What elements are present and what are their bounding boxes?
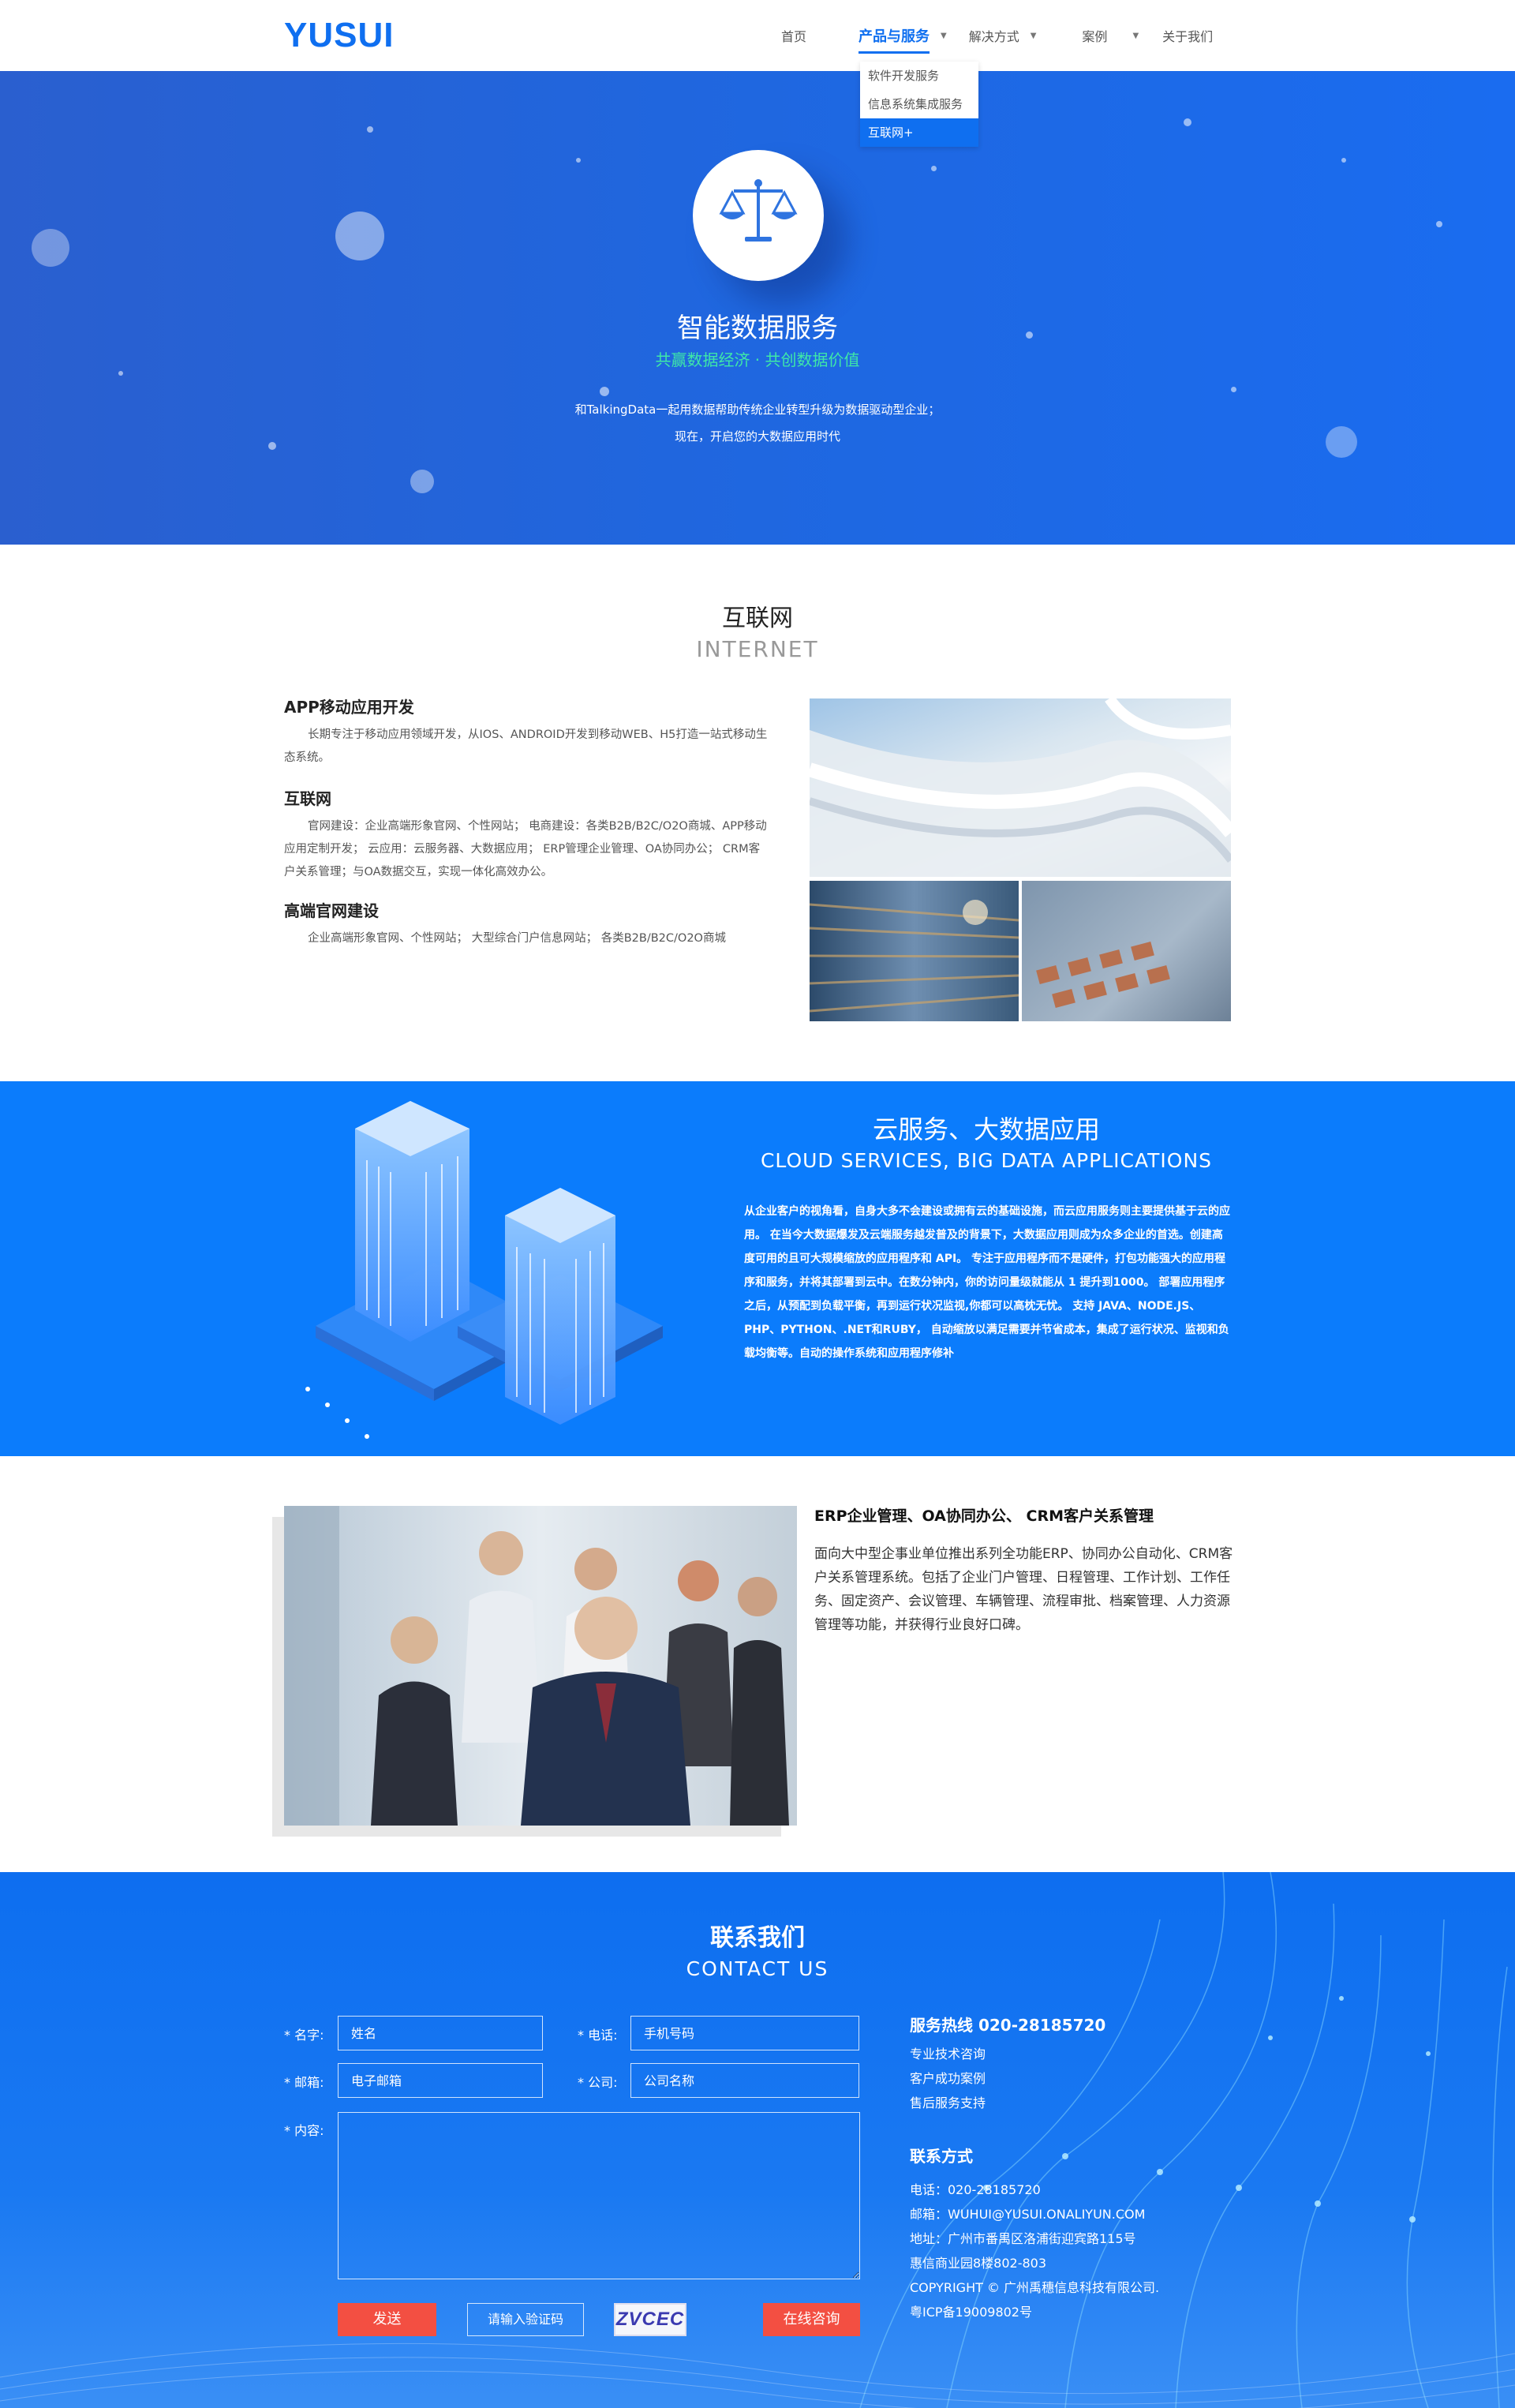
nav-solutions-label: 解决方式 bbox=[968, 29, 1019, 44]
phone-input[interactable] bbox=[630, 2016, 859, 2050]
products-dropdown: 软件开发服务 信息系统集成服务 互联网+ bbox=[860, 62, 978, 147]
contact-address-2: 惠信商业园8楼802-803 bbox=[910, 2256, 1047, 2271]
star-dot bbox=[931, 166, 937, 171]
service-heading: 互联网 bbox=[284, 789, 331, 808]
name-label: * 名字: bbox=[284, 2028, 324, 2043]
content-label: * 内容: bbox=[284, 2123, 324, 2138]
copyright: COPYRIGHT © 广州禹穗信息科技有限公司. bbox=[910, 2280, 1160, 2295]
star-dot bbox=[1341, 158, 1346, 163]
dropdown-item-integration[interactable]: 信息系统集成服务 bbox=[860, 90, 978, 118]
nav-home-label: 首页 bbox=[781, 29, 807, 44]
service-link[interactable]: 售后服务支持 bbox=[910, 2091, 1159, 2115]
content-textarea[interactable] bbox=[338, 2112, 860, 2279]
nav-about[interactable]: 关于我们 bbox=[1162, 0, 1213, 71]
site-header: YUSUI 首页 产品与服务 ▼ 解决方式 ▼ 案例 ▼ 关于我们 bbox=[0, 0, 1515, 71]
icp-number[interactable]: 粤ICP备19009802号 bbox=[910, 2300, 1159, 2324]
contact-section: 联系我们 CONTACT US * 名字: * 电话: * 邮箱: * 公司: … bbox=[0, 1872, 1515, 2408]
hero-desc-line: 和TalkingData一起用数据帮助传统企业转型升级为数据驱动型企业； bbox=[574, 403, 941, 417]
service-block-internet: 互联网 官网建设：企业高端形象官网、个性网站； 电商建设：各类B2B/B2C/O… bbox=[284, 786, 770, 884]
name-input[interactable] bbox=[338, 2016, 543, 2050]
service-link[interactable]: 专业技术咨询 bbox=[910, 2042, 1159, 2066]
cloud-title: 云服务、大数据应用 bbox=[872, 1114, 1100, 1144]
main-nav: 首页 产品与服务 ▼ 解决方式 ▼ 案例 ▼ 关于我们 bbox=[781, 0, 1213, 71]
service-heading: APP移动应用开发 bbox=[284, 698, 414, 717]
chevron-down-icon[interactable]: ▼ bbox=[1132, 32, 1139, 40]
service-block-website: 高端官网建设 企业高端形象官网、个性网站； 大型综合门户信息网站； 各类B2B/… bbox=[284, 898, 770, 950]
nav-about-label: 关于我们 bbox=[1162, 29, 1214, 44]
contact-email[interactable]: 邮箱：WUHUI@YUSUI.ONALIYUN.COM bbox=[910, 2202, 1159, 2226]
star-dot bbox=[576, 158, 581, 163]
captcha-image[interactable]: ZVCEC bbox=[614, 2303, 686, 2336]
star-dot bbox=[367, 126, 373, 133]
nav-products-label: 产品与服务 bbox=[858, 28, 930, 45]
auditorium-photo bbox=[1022, 881, 1231, 1021]
contact-info: 服务热线 020-28185720 专业技术咨询 客户成功案例 售后服务支持 联… bbox=[910, 2013, 1159, 2324]
chevron-down-icon[interactable]: ▼ bbox=[1031, 32, 1037, 40]
scale-icon bbox=[693, 150, 824, 281]
team-photo bbox=[284, 1506, 797, 1826]
bokeh-dot bbox=[410, 470, 434, 493]
star-dot bbox=[118, 371, 123, 376]
dropdown-item-internet-plus[interactable]: 互联网+ bbox=[860, 118, 978, 147]
company-input[interactable] bbox=[630, 2063, 859, 2098]
library-photo bbox=[810, 881, 1019, 1021]
star-dot bbox=[1231, 387, 1236, 392]
internet-title-en: INTERNET bbox=[696, 636, 819, 662]
online-consult-button[interactable]: 在线咨询 bbox=[763, 2303, 860, 2336]
nav-cases-label: 案例 bbox=[1082, 29, 1108, 44]
contact-phone: 电话：020-28185720 bbox=[910, 2182, 1041, 2197]
bokeh-dot bbox=[32, 229, 69, 267]
nav-home[interactable]: 首页 bbox=[781, 0, 844, 71]
captcha-input[interactable]: 请输入验证码 bbox=[467, 2303, 584, 2336]
contact-title: 联系我们 bbox=[710, 1924, 805, 1952]
service-link[interactable]: 客户成功案例 bbox=[910, 2066, 1159, 2091]
architecture-photo bbox=[810, 698, 1231, 877]
hotline: 服务热线 020-28185720 bbox=[910, 2016, 1106, 2035]
service-text: 企业高端形象官网、个性网站； 大型综合门户信息网站； 各类B2B/B2C/O2O… bbox=[308, 932, 726, 945]
service-block-app: APP移动应用开发 长期专注于移动应用领域开发，从IOS、ANDROID开发到移… bbox=[284, 695, 770, 770]
send-button[interactable]: 发送 bbox=[338, 2303, 436, 2336]
wave-lines bbox=[0, 2342, 1515, 2408]
bokeh-dot bbox=[335, 212, 384, 260]
star-dot bbox=[1436, 221, 1442, 227]
hero-description: 和TalkingData一起用数据帮助传统企业转型升级为数据驱动型企业； 现在，… bbox=[0, 396, 1515, 450]
chevron-down-icon[interactable]: ▼ bbox=[941, 32, 947, 40]
service-text: 长期专注于移动应用领域开发，从IOS、ANDROID开发到移动WEB、H5打造一… bbox=[284, 728, 768, 764]
hero-desc-line: 现在，开启您的大数据应用时代 bbox=[674, 429, 840, 444]
star-dot bbox=[1184, 118, 1191, 126]
hero-subtitle: 共赢数据经济 · 共创数据价值 bbox=[655, 350, 860, 369]
cloud-description: 从企业客户的视角看，自身大多不会建设或拥有云的基础设施，而云应用服务则主要提供基… bbox=[744, 1205, 1230, 1360]
company-label: * 公司: bbox=[578, 2075, 618, 2090]
erp-description: 面向大中型企事业单位推出系列全功能ERP、协同办公自动化、CRM客户关系管理系统… bbox=[814, 1546, 1233, 1633]
dropdown-item-software[interactable]: 软件开发服务 bbox=[860, 62, 978, 90]
email-input[interactable] bbox=[338, 2063, 543, 2098]
contact-method-title: 联系方式 bbox=[910, 2147, 973, 2166]
hero-banner: 智能数据服务 共赢数据经济 · 共创数据价值 和TalkingData一起用数据… bbox=[0, 71, 1515, 545]
contact-title-en: CONTACT US bbox=[686, 1957, 829, 1980]
service-text: 官网建设：企业高端形象官网、个性网站； 电商建设：各类B2B/B2C/O2O商城… bbox=[284, 820, 767, 878]
nav-solutions[interactable]: 解决方式 bbox=[969, 0, 1019, 71]
service-heading: 高端官网建设 bbox=[284, 901, 379, 920]
internet-title: 互联网 bbox=[722, 605, 793, 632]
cloud-section: 云服务、大数据应用 CLOUD SERVICES, BIG DATA APPLI… bbox=[0, 1081, 1515, 1456]
hero-title: 智能数据服务 bbox=[677, 313, 838, 344]
logo[interactable]: YUSUI bbox=[284, 16, 394, 55]
nav-products[interactable]: 产品与服务 bbox=[858, 0, 930, 71]
star-dot bbox=[600, 387, 609, 396]
buildings-illustration bbox=[305, 1101, 663, 1439]
email-label: * 邮箱: bbox=[284, 2075, 324, 2090]
contact-address: 地址：广州市番禺区洛浦街迎宾路115号 bbox=[910, 2231, 1136, 2246]
erp-title: ERP企业管理、OA协同办公、 CRM客户关系管理 bbox=[814, 1507, 1154, 1525]
nav-cases[interactable]: 案例 bbox=[1082, 0, 1107, 71]
cloud-title-en: CLOUD SERVICES, BIG DATA APPLICATIONS bbox=[760, 1149, 1213, 1172]
phone-label: * 电话: bbox=[578, 2028, 618, 2043]
